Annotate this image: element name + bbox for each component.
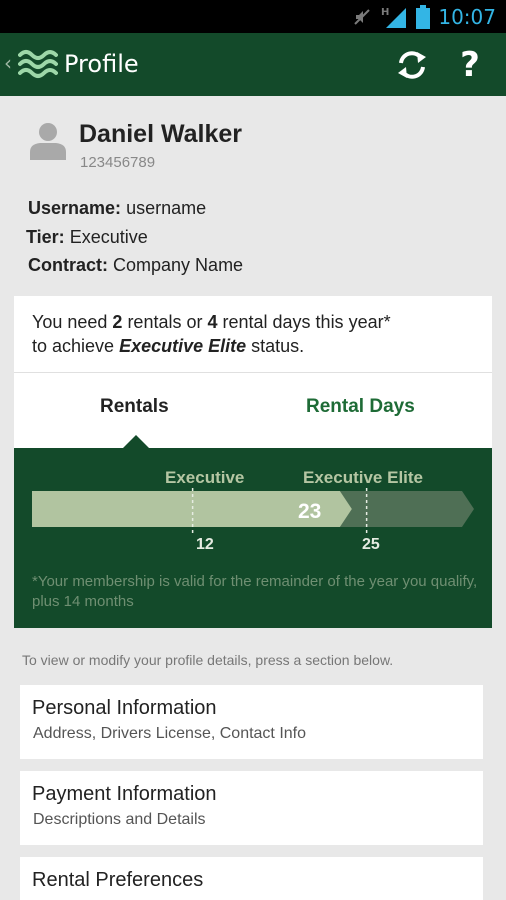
tier-row: Tier: Executive: [26, 227, 148, 248]
network-type-label: H: [381, 7, 389, 18]
section-title: Rental Preferences: [32, 869, 204, 891]
section-rental-preferences[interactable]: Rental Preferences: [20, 857, 483, 900]
target-tier: Executive Elite: [119, 336, 247, 356]
section-subtitle: Descriptions and Details: [33, 811, 206, 828]
contract-label: Contract:: [28, 255, 108, 275]
status-text: status.: [246, 336, 305, 356]
username-value: username: [126, 198, 207, 218]
status-text: rental days this year*: [217, 312, 391, 332]
wave-logo-icon[interactable]: [18, 47, 58, 81]
tab-rentals[interactable]: Rentals: [100, 396, 169, 418]
tier-value: Executive: [69, 227, 148, 247]
signal-icon: H: [381, 7, 407, 28]
status-text: to achieve: [32, 336, 120, 356]
status-icons: H 10:07: [352, 0, 496, 33]
tier2-label: Executive Elite: [303, 468, 424, 487]
page-title: Profile: [64, 50, 139, 78]
section-subtitle: Address, Drivers License, Contact Info: [33, 725, 307, 742]
status-time: 10:07: [438, 4, 496, 29]
tier1-threshold: 12: [196, 536, 214, 553]
selected-tab-indicator: [122, 435, 150, 449]
battery-icon: [416, 4, 431, 29]
contract-value: Company Name: [113, 255, 244, 275]
tier2-threshold: 25: [362, 536, 380, 553]
app-bar: ‹ Profile ?: [0, 33, 506, 96]
membership-footnote: *Your membership is valid for the remain…: [32, 573, 478, 610]
progress-value: 23: [298, 500, 322, 523]
section-title: Payment Information: [32, 783, 217, 805]
status-text: rentals or: [122, 312, 208, 332]
progress-bar: [32, 488, 474, 535]
avatar: [30, 123, 66, 160]
section-personal-information[interactable]: Personal Information Address, Drivers Li…: [20, 685, 483, 759]
divider: [14, 372, 492, 373]
help-icon: ?: [460, 45, 480, 85]
contract-row: Contract: Company Name: [28, 255, 243, 276]
section-payment-information[interactable]: Payment Information Descriptions and Det…: [20, 771, 483, 845]
days-needed: 4: [207, 312, 218, 332]
status-card: You need 2 rentals or 4 rental days this…: [14, 296, 492, 628]
refresh-icon: [398, 51, 426, 79]
status-bar: H 10:07: [0, 0, 506, 33]
tab-rental-days[interactable]: Rental Days: [306, 396, 415, 418]
username-label: Username:: [28, 198, 122, 218]
username-row: Username: username: [28, 198, 206, 219]
user-name: Daniel Walker: [79, 120, 243, 148]
status-text: You need: [32, 312, 113, 332]
help-button[interactable]: ?: [452, 45, 488, 85]
member-id: 123456789: [80, 154, 156, 171]
instruction-text: To view or modify your profile details, …: [22, 652, 394, 668]
rentals-needed: 2: [112, 312, 123, 332]
tier-label: Tier:: [26, 227, 65, 247]
progress-panel: Executive Executive Elite 23 12 25 *Your…: [14, 448, 492, 628]
chevron-left-icon[interactable]: ‹: [4, 53, 12, 73]
tier1-label: Executive: [165, 468, 245, 487]
mute-icon: [354, 8, 371, 25]
section-title: Personal Information: [32, 697, 217, 719]
refresh-button[interactable]: [392, 45, 432, 85]
status-message: You need 2 rentals or 4 rental days this…: [32, 310, 472, 358]
